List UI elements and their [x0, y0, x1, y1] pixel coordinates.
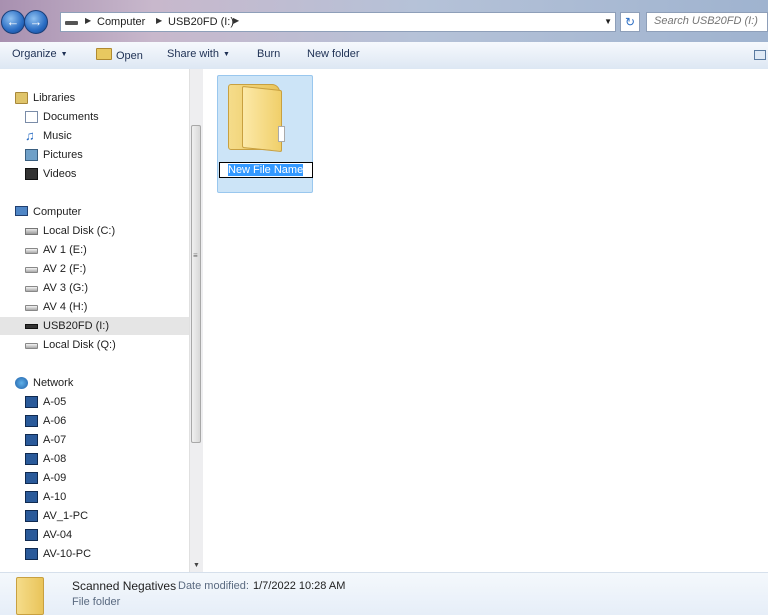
nav-label: A-08 — [43, 453, 67, 465]
disk-drive-icon — [25, 343, 38, 349]
search-input[interactable] — [654, 15, 766, 27]
refresh-button[interactable]: ↻ — [620, 12, 640, 32]
new-folder-button[interactable]: New folder — [307, 48, 360, 60]
nav-label: A-05 — [43, 396, 67, 408]
rename-text: New File Name — [228, 164, 304, 176]
details-pane: Scanned Negatives Date modified: 1/7/202… — [0, 572, 768, 615]
chevron-right-icon[interactable]: ▶ — [233, 16, 239, 25]
chevron-right-icon[interactable]: ▶ — [85, 16, 91, 25]
system-disk-icon — [25, 228, 38, 235]
nav-label: Documents — [43, 111, 99, 123]
chevron-right-icon[interactable]: ▶ — [156, 16, 162, 25]
burn-button[interactable]: Burn — [257, 48, 280, 60]
drive-icon — [65, 21, 78, 25]
nav-label: Music — [43, 130, 72, 142]
address-bar-area: ← → ▶ Computer ▶ USB20FD (I:) ▶ ▼ ↻ — [0, 0, 768, 42]
organize-button[interactable]: Organize ▼ — [12, 48, 68, 60]
network-icon — [15, 377, 28, 389]
nav-label: A-09 — [43, 472, 67, 484]
share-with-label: Share with — [167, 48, 219, 60]
disk-drive-icon — [25, 286, 38, 292]
network-computer-icon — [25, 415, 38, 427]
network-computer-icon — [25, 510, 38, 522]
view-options-icon[interactable] — [754, 50, 766, 60]
chevron-down-icon: ▼ — [60, 51, 68, 58]
details-modified-label: Date modified: — [178, 580, 249, 592]
rename-field[interactable]: New File Name — [219, 162, 313, 178]
address-dropdown-icon[interactable]: ▼ — [604, 17, 612, 26]
address-bar[interactable]: ▶ Computer ▶ USB20FD (I:) ▶ ▼ — [60, 12, 616, 32]
scrollbar-thumb[interactable] — [191, 125, 201, 443]
nav-drive-i-selected[interactable]: USB20FD (I:) — [0, 317, 189, 335]
network-computer-icon — [25, 434, 38, 446]
nav-label: USB20FD (I:) — [43, 320, 110, 332]
network-computer-icon — [25, 491, 38, 503]
details-modified-value: 1/7/2022 10:28 AM — [253, 580, 346, 592]
nav-label: AV 1 (E:) — [43, 244, 87, 256]
disk-drive-icon — [25, 248, 38, 254]
details-name: Scanned Negatives — [72, 579, 177, 593]
file-list: New File Name — [203, 69, 768, 572]
command-bar: Organize ▼ Open Share with ▼ Burn New fold… — [0, 42, 768, 70]
documents-icon — [25, 111, 38, 123]
organize-label: Organize — [12, 48, 57, 60]
network-computer-icon — [25, 548, 38, 560]
nav-label: Pictures — [43, 149, 83, 161]
new-folder-item[interactable]: New File Name — [217, 75, 313, 193]
network-computer-icon — [25, 529, 38, 541]
nav-label: AV-10-PC — [43, 548, 92, 560]
folder-tab-icon — [278, 126, 285, 142]
open-folder-icon — [96, 48, 112, 60]
search-box[interactable] — [646, 12, 768, 32]
libraries-icon — [15, 92, 28, 104]
nav-label: Network — [33, 377, 74, 389]
open-label: Open — [116, 50, 143, 62]
music-icon: ♫ — [25, 128, 35, 143]
folder-icon — [16, 577, 44, 615]
nav-label: A-07 — [43, 434, 67, 446]
nav-scrollbar[interactable]: ≡ ▼ — [189, 69, 203, 572]
forward-button[interactable]: → — [24, 10, 48, 34]
nav-label: A-06 — [43, 415, 67, 427]
open-button[interactable]: Open — [96, 48, 143, 62]
disk-drive-icon — [25, 267, 38, 273]
computer-icon — [15, 206, 28, 216]
network-computer-icon — [25, 453, 38, 465]
back-button[interactable]: ← — [1, 10, 25, 34]
breadcrumb-computer[interactable]: Computer — [97, 16, 145, 28]
nav-label: Local Disk (C:) — [43, 225, 116, 237]
nav-label: Local Disk (Q:) — [43, 339, 116, 351]
disk-drive-icon — [25, 305, 38, 311]
details-type: File folder — [72, 596, 121, 608]
pictures-icon — [25, 149, 38, 161]
grip-icon: ≡ — [193, 251, 198, 260]
nav-label: AV-04 — [43, 529, 73, 541]
breadcrumb-usb-drive[interactable]: USB20FD (I:) — [168, 16, 234, 28]
navigation-pane: Libraries Documents ♫ Music Pictures Vide… — [0, 69, 189, 572]
network-computer-icon — [25, 396, 38, 408]
scroll-down-icon[interactable]: ▼ — [193, 562, 200, 569]
videos-icon — [25, 168, 38, 180]
network-computer-icon — [25, 472, 38, 484]
nav-label: AV 4 (H:) — [43, 301, 88, 313]
nav-label: Videos — [43, 168, 77, 180]
nav-label: Computer — [33, 206, 82, 218]
usb-drive-icon — [25, 324, 38, 329]
chevron-down-icon: ▼ — [222, 51, 230, 58]
folder-front-icon — [242, 85, 282, 153]
share-with-button[interactable]: Share with ▼ — [167, 48, 230, 60]
nav-label: AV_1-PC — [43, 510, 89, 522]
nav-label: A-10 — [43, 491, 67, 503]
nav-label: AV 3 (G:) — [43, 282, 89, 294]
nav-label: AV 2 (F:) — [43, 263, 87, 275]
nav-label: Libraries — [33, 92, 76, 104]
